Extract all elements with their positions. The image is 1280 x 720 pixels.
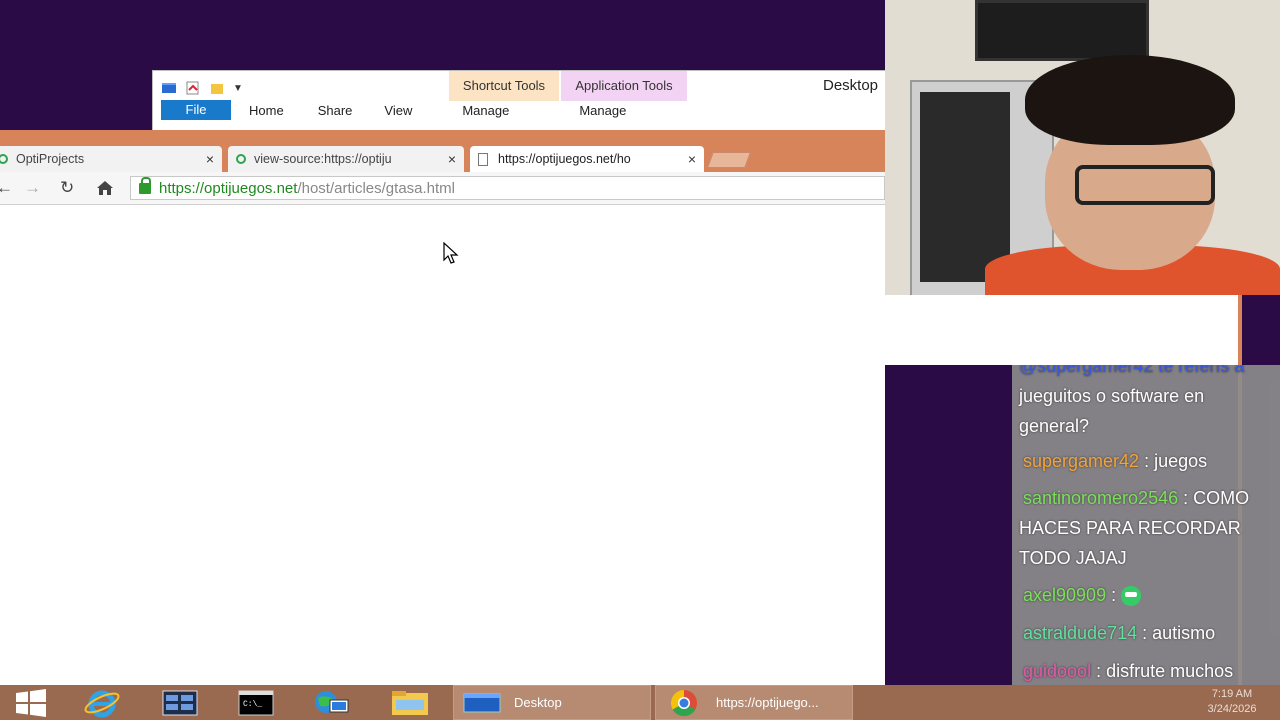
taskbar-task-label: https://optijuego... <box>716 695 819 710</box>
chat-message-text: jueguitos o software en general? <box>1019 386 1205 436</box>
taskbar: C:\_ Desktop https://optijuego... 7:19 A… <box>0 685 1280 720</box>
taskbar-network[interactable] <box>310 685 354 720</box>
url-host: https://optijuegos.net <box>159 179 298 197</box>
tab-optiprojects[interactable]: OptiProjects × <box>0 146 222 172</box>
clock-time: 7:19 AM <box>1211 688 1253 700</box>
reload-button-icon[interactable]: ↻ <box>60 178 74 198</box>
taskbar-app-window[interactable] <box>158 685 202 720</box>
explorer-icon <box>162 83 176 93</box>
chrome-toolbar: ← → ↻ https://optijuegos.net /host/artic… <box>0 172 885 205</box>
ribbon-tab-file[interactable]: File <box>161 100 231 120</box>
close-tab-icon[interactable]: × <box>448 151 456 167</box>
chrome-window[interactable]: OptiProjects × view-source:https://optij… <box>0 130 885 685</box>
tab-label: OptiProjects <box>16 152 85 166</box>
taskbar-command-prompt[interactable]: C:\_ <box>234 685 278 720</box>
back-button-icon[interactable]: ← <box>0 178 13 198</box>
chrome-icon <box>670 689 697 716</box>
network-globe-icon <box>315 690 349 713</box>
home-button-icon[interactable] <box>96 180 114 196</box>
url-path: /host/articles/gtasa.html <box>297 179 456 197</box>
chat-username: axel90909 <box>1023 585 1107 605</box>
new-folder-icon[interactable] <box>209 81 225 95</box>
site-favicon-icon <box>0 154 8 164</box>
chat-username: supergamer42 <box>1023 451 1140 471</box>
chat-username: santinoromero2546 <box>1023 488 1179 508</box>
tab-view-source[interactable]: view-source:https://optiju × <box>228 146 464 172</box>
taskbar-file-explorer[interactable] <box>388 685 432 720</box>
ribbon-tab-manage-shortcut[interactable]: Manage <box>462 103 509 118</box>
internet-explorer-icon <box>84 690 120 717</box>
stream-chat-overlay: @supergamer42 te referís a jueguitos o s… <box>1012 365 1280 720</box>
start-button[interactable] <box>12 685 50 720</box>
chat-message: santinoromero2546 : COMO HACES PARA RECO… <box>1019 483 1259 573</box>
ribbon-tab-share[interactable]: Share <box>318 103 353 118</box>
chat-message-text: : juegos <box>1144 451 1208 471</box>
tab-label: https://optijuegos.net/ho <box>498 152 631 166</box>
chat-partial-message: @supergamer42 te referís a <box>1019 365 1245 376</box>
window-manager-icon <box>162 690 198 715</box>
chat-message-text: : autismo <box>1142 623 1216 643</box>
chat-message: jueguitos o software en general? <box>1019 381 1259 441</box>
chat-message: astraldude714 : autismo <box>1023 618 1215 648</box>
forward-button-icon[interactable]: → <box>24 178 41 198</box>
site-favicon-icon <box>236 154 246 164</box>
close-tab-icon[interactable]: × <box>688 151 696 167</box>
taskbar-task-chrome[interactable]: https://optijuego... <box>655 685 853 720</box>
windows-logo-icon <box>16 688 46 717</box>
tab-label: view-source:https://optiju <box>254 152 392 166</box>
page-content[interactable] <box>0 205 885 685</box>
chat-username: astraldude714 <box>1023 623 1138 643</box>
webcam-person-glasses <box>1075 165 1215 205</box>
close-tab-icon[interactable]: × <box>206 151 214 167</box>
qat-dropdown-icon[interactable]: ▼ <box>233 83 243 94</box>
chrome-tab-strip: OptiProjects × view-source:https://optij… <box>0 130 885 172</box>
webcam-monitor <box>975 0 1149 61</box>
context-tab-shortcut-tools[interactable]: Shortcut Tools <box>449 71 559 101</box>
clock-date: 3/24/2026 <box>1207 703 1257 715</box>
chat-message-text: : <box>1111 585 1117 605</box>
chat-message: axel90909 : <box>1023 580 1142 610</box>
chat-username: guidoool <box>1023 661 1092 681</box>
context-tab-application-tools[interactable]: Application Tools <box>561 71 687 101</box>
taskbar-task-label: Desktop <box>514 695 562 710</box>
properties-icon[interactable] <box>185 81 201 95</box>
ribbon-tab-view[interactable]: View <box>384 103 412 118</box>
lock-icon <box>139 176 151 194</box>
ribbon-tab-manage-application[interactable]: Manage <box>579 103 626 118</box>
page-icon <box>478 152 488 166</box>
chat-message: supergamer42 : juegos <box>1023 446 1207 476</box>
stream-layout-panel <box>885 295 1240 365</box>
address-bar[interactable]: https://optijuegos.net /host/articles/gt… <box>130 176 885 200</box>
svg-text:C:\_: C:\_ <box>243 700 262 709</box>
explorer-window-title: Desktop <box>823 77 879 94</box>
new-tab-button[interactable] <box>707 152 751 168</box>
webcam-overlay <box>885 0 1280 295</box>
system-clock[interactable]: 7:19 AM 3/24/2026 <box>1202 687 1262 717</box>
chat-emote-icon <box>1121 586 1142 607</box>
ribbon-tab-home[interactable]: Home <box>249 103 284 118</box>
mouse-cursor-icon <box>443 242 459 264</box>
ribbon-tabs: File Home Share View Manage Manage <box>161 100 626 120</box>
taskbar-internet-explorer[interactable] <box>80 685 124 720</box>
webcam-person-hair <box>1025 55 1235 145</box>
quick-access-toolbar: ▼ <box>161 77 243 99</box>
desktop-window-icon <box>463 693 501 712</box>
taskbar-task-desktop[interactable]: Desktop <box>453 685 651 720</box>
command-prompt-icon: C:\_ <box>238 690 274 715</box>
folder-icon <box>392 690 428 715</box>
tab-optijuegos-active[interactable]: https://optijuegos.net/ho × <box>470 146 704 172</box>
